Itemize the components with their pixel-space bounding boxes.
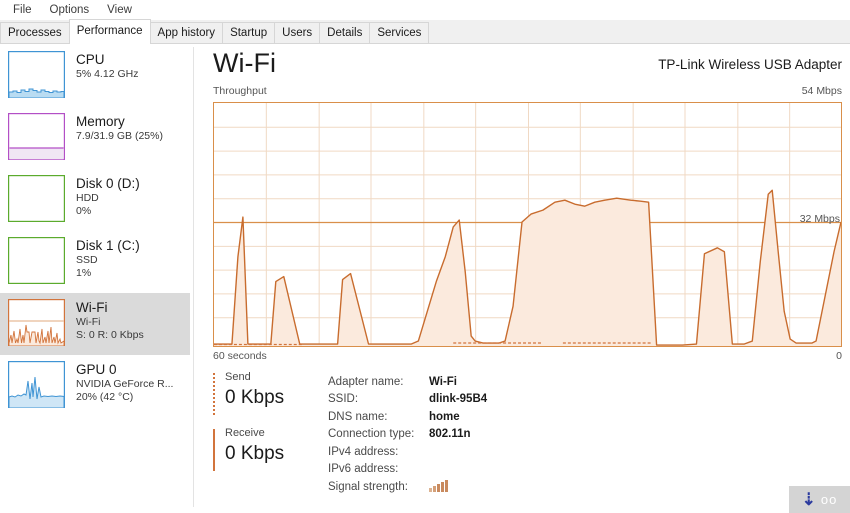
row-adapter-name: Adapter name: Wi-Fi	[328, 373, 708, 391]
send-value: 0 Kbps	[225, 387, 285, 408]
row-ipv4-address: IPv4 address:	[328, 443, 708, 461]
connection-details: Send 0 Kbps Receive 0 Kbps Adapter name:…	[213, 370, 843, 510]
sidebar-wifi-text: Wi-Fi Wi-Fi S: 0 R: 0 Kbps	[76, 299, 144, 342]
receive-legend-marker-icon	[213, 429, 215, 471]
key-adapter-name: Adapter name:	[328, 375, 404, 388]
value-adapter-name: Wi-Fi	[429, 375, 457, 388]
sidebar-gpu-0-sub2: 20% (42 °C)	[76, 391, 134, 403]
sidebar-disk-1-sub2: 1%	[76, 267, 92, 279]
tray-app-icon: ⇣	[801, 490, 816, 509]
menu-item-file[interactable]: File	[4, 1, 41, 19]
graph-max-label: 54 Mbps	[801, 85, 842, 97]
axis-label-right: 0	[836, 350, 842, 362]
receive-rate: Receive 0 Kbps	[213, 426, 323, 474]
graph-axis-row: 60 seconds 0	[213, 350, 842, 364]
value-dns-name: home	[429, 410, 460, 423]
tab-processes[interactable]: Processes	[0, 22, 70, 43]
tab-services[interactable]: Services	[369, 22, 430, 43]
sidebar-disk-1-text: Disk 1 (C:) SSD 1%	[76, 237, 140, 280]
resource-sidebar: CPU 5% 4.12 GHz Memory 7.9/31.9 GB (25%)	[0, 45, 190, 513]
tray-glyphs: ⇣ oo	[802, 491, 838, 508]
sidebar-item-gpu-0[interactable]: GPU 0 NVIDIA GeForce R... 20% (42 °C)	[0, 355, 190, 417]
tab-bar: Processes Performance App history Startu…	[0, 19, 850, 44]
sidebar-item-disk-0[interactable]: Disk 0 (D:) HDD 0%	[0, 169, 190, 231]
tray-dots-icon: oo	[820, 492, 838, 507]
sidebar-disk-0-sub2: 0%	[76, 205, 92, 217]
row-signal-strength: Signal strength:	[328, 478, 708, 496]
throughput-area	[214, 190, 841, 346]
rate-summary: Send 0 Kbps Receive 0 Kbps	[213, 370, 323, 482]
sidebar-item-cpu[interactable]: CPU 5% 4.12 GHz	[0, 45, 190, 107]
disk-1-thumbnail	[8, 237, 65, 284]
sidebar-item-disk-1[interactable]: Disk 1 (C:) SSD 1%	[0, 231, 190, 293]
signal-bars-icon	[429, 479, 449, 492]
axis-label-left: 60 seconds	[213, 350, 267, 362]
reference-line-label: 32 Mbps	[799, 213, 840, 225]
cpu-thumbnail	[8, 51, 65, 98]
adapter-name-heading: TP-Link Wireless USB Adapter	[658, 57, 842, 72]
send-rate: Send 0 Kbps	[213, 370, 323, 418]
disk-0-thumbnail	[8, 175, 65, 222]
send-legend-marker-icon	[213, 373, 215, 415]
wifi-detail-pane: Wi-Fi TP-Link Wireless USB Adapter Throu…	[205, 45, 850, 513]
throughput-graph	[213, 102, 842, 347]
row-connection-type: Connection type: 802.11n	[328, 426, 708, 444]
sidebar-wifi-sub2: S: 0 R: 0 Kbps	[76, 329, 144, 341]
key-ipv4-address: IPv4 address:	[328, 445, 399, 458]
row-dns-name: DNS name: home	[328, 408, 708, 426]
row-ssid: SSID: dlink-95B4	[328, 391, 708, 409]
gpu-0-thumbnail	[8, 361, 65, 408]
key-dns-name: DNS name:	[328, 410, 388, 423]
row-ipv6-address: IPv6 address:	[328, 461, 708, 479]
sidebar-gpu-0-text: GPU 0 NVIDIA GeForce R... 20% (42 °C)	[76, 361, 173, 404]
sidebar-memory-sub1: 7.9/31.9 GB (25%)	[76, 130, 163, 142]
receive-label: Receive	[225, 427, 265, 439]
task-manager-window: File Options View Processes Performance …	[0, 0, 850, 513]
sidebar-item-wifi[interactable]: Wi-Fi Wi-Fi S: 0 R: 0 Kbps	[0, 293, 190, 355]
performance-content: CPU 5% 4.12 GHz Memory 7.9/31.9 GB (25%)	[0, 45, 850, 513]
sidebar-disk-1-sub1: SSD	[76, 254, 98, 266]
sidebar-disk-1-title: Disk 1 (C:)	[76, 238, 140, 253]
tab-users[interactable]: Users	[274, 22, 321, 43]
tab-details[interactable]: Details	[319, 22, 371, 43]
sidebar-gpu-0-sub1: NVIDIA GeForce R...	[76, 378, 174, 390]
key-ssid: SSID:	[328, 393, 359, 406]
memory-thumbnail	[8, 113, 65, 160]
adapter-properties: Adapter name: Wi-Fi SSID: dlink-95B4 DNS…	[328, 373, 708, 496]
sidebar-memory-title: Memory	[76, 114, 125, 129]
sidebar-cpu-text: CPU 5% 4.12 GHz	[76, 51, 138, 81]
menu-item-options[interactable]: Options	[41, 1, 99, 19]
key-connection-type: Connection type:	[328, 428, 415, 441]
tab-performance[interactable]: Performance	[68, 19, 151, 44]
throughput-graph-svg	[214, 103, 841, 346]
key-signal-strength: Signal strength:	[328, 480, 408, 493]
menu-bar: File Options View	[0, 0, 850, 20]
sidebar-disk-0-text: Disk 0 (D:) HDD 0%	[76, 175, 140, 218]
value-ssid: dlink-95B4	[429, 393, 488, 406]
value-connection-type: 802.11n	[429, 428, 471, 441]
sidebar-item-memory[interactable]: Memory 7.9/31.9 GB (25%)	[0, 107, 190, 169]
receive-value: 0 Kbps	[225, 443, 285, 464]
graph-caption: Throughput	[213, 85, 267, 97]
menu-item-view[interactable]: View	[98, 1, 141, 19]
sidebar-memory-text: Memory 7.9/31.9 GB (25%)	[76, 113, 163, 143]
tab-app-history[interactable]: App history	[149, 22, 224, 43]
tab-startup[interactable]: Startup	[222, 22, 276, 43]
sidebar-disk-0-sub1: HDD	[76, 192, 99, 204]
value-signal-strength	[429, 479, 449, 495]
sidebar-wifi-sub1: Wi-Fi	[76, 316, 101, 328]
sidebar-disk-0-title: Disk 0 (D:)	[76, 176, 140, 191]
sidebar-divider	[193, 47, 194, 507]
graph-caption-row: Throughput 54 Mbps	[205, 85, 850, 101]
wifi-thumbnail	[8, 299, 65, 346]
sidebar-cpu-title: CPU	[76, 52, 105, 67]
sidebar-wifi-title: Wi-Fi	[76, 300, 108, 315]
send-label: Send	[225, 371, 251, 383]
key-ipv6-address: IPv6 address:	[328, 463, 399, 476]
pane-header: Wi-Fi TP-Link Wireless USB Adapter	[205, 45, 850, 85]
tray-overlay[interactable]: ⇣ oo	[789, 486, 850, 513]
sidebar-gpu-0-title: GPU 0	[76, 362, 117, 377]
page-title: Wi-Fi	[213, 48, 276, 78]
sidebar-cpu-sub1: 5% 4.12 GHz	[76, 68, 139, 80]
